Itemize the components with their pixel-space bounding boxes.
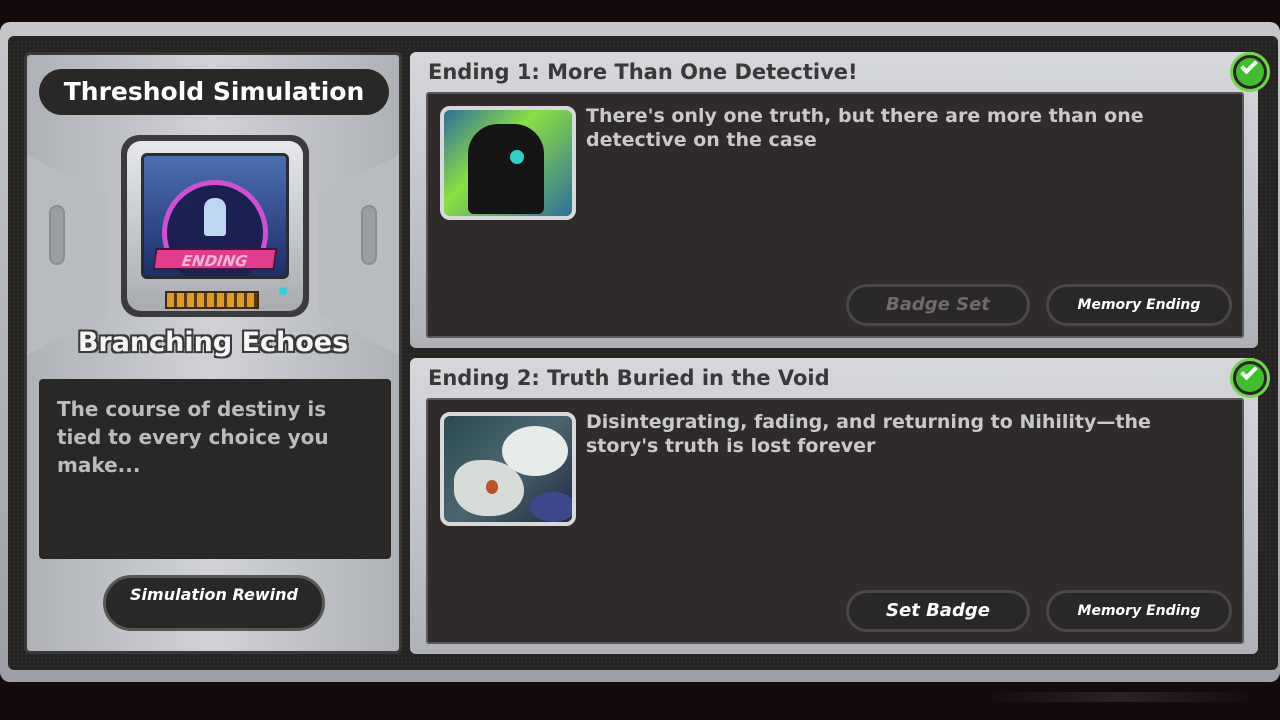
- ending-card-2: Ending 2: Truth Buried in the Void Disin…: [410, 358, 1270, 654]
- set-badge-button[interactable]: Set Badge: [846, 590, 1030, 632]
- chip-screen: ENDING: [141, 153, 289, 279]
- simulation-panel: Threshold Simulation ENDING Branching Ec…: [24, 52, 402, 654]
- ending-body: There's only one truth, but there are mo…: [426, 92, 1244, 338]
- void-portrait: [440, 412, 576, 526]
- ending-title: Ending 1: More Than One Detective!: [428, 60, 858, 84]
- portrait-shape: [530, 492, 572, 522]
- badge-set-button[interactable]: Badge Set: [846, 284, 1030, 326]
- simulation-name: Branching Echoes: [77, 327, 349, 358]
- panel-wing-left: [27, 155, 107, 355]
- ending-card-1: Ending 1: More Than One Detective! There…: [410, 52, 1270, 348]
- memory-ending-button[interactable]: Memory Ending: [1046, 590, 1232, 632]
- chip-led: [279, 287, 287, 295]
- ending-description: There's only one truth, but there are mo…: [586, 105, 1144, 151]
- simulation-rewind-button[interactable]: Simulation Rewind: [103, 575, 325, 631]
- check-circle-icon: [1230, 52, 1270, 92]
- footer-fade: [980, 692, 1260, 702]
- chip-body: ENDING: [127, 141, 303, 311]
- panel-grip-left: [49, 205, 65, 265]
- simulation-description: The course of destiny is tied to every c…: [39, 379, 391, 559]
- memory-ending-button[interactable]: Memory Ending: [1046, 284, 1232, 326]
- chip-pins: [165, 291, 259, 309]
- panel-wing-right: [319, 155, 399, 355]
- ending-title: Ending 2: Truth Buried in the Void: [428, 366, 830, 390]
- check-circle-icon: [1230, 358, 1270, 398]
- detective-silhouette: [468, 124, 544, 214]
- detective-lens: [506, 146, 528, 168]
- chip-figure-icon: [204, 198, 226, 236]
- ending-body: Disintegrating, fading, and returning to…: [426, 398, 1244, 644]
- ending-description: Disintegrating, fading, and returning to…: [586, 411, 1151, 457]
- chip-label: ENDING: [152, 248, 278, 270]
- panel-title: Threshold Simulation: [39, 69, 389, 115]
- detective-portrait: [440, 106, 576, 220]
- panel-grip-right: [361, 205, 377, 265]
- ending-chip-icon: ENDING: [121, 135, 309, 317]
- portrait-shape: [486, 480, 498, 494]
